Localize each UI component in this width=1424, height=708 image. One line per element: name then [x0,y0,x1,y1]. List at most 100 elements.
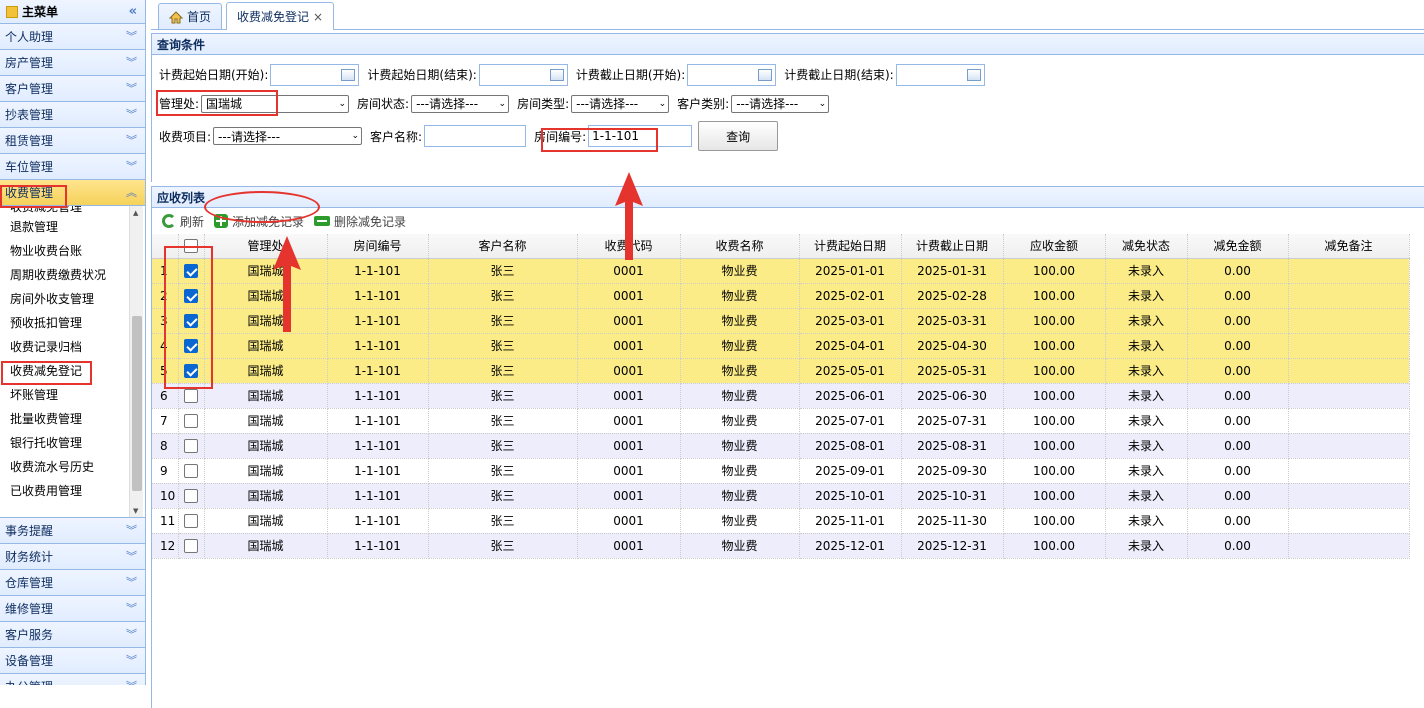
table-cell: 2025-12-31 [901,533,1004,559]
refresh-button[interactable]: 刷新 [162,213,204,230]
table-cell: 0.00 [1187,333,1289,359]
sidebar-section-top-1[interactable]: 房产管理 ︾ [0,50,145,76]
column-header[interactable]: 计费起始日期 [799,234,902,259]
chevron-down-icon: ︾ [126,627,137,641]
column-header[interactable]: 管理处 [204,234,328,259]
scrollbar-thumb[interactable] [132,316,142,491]
table-cell: 0.00 [1187,308,1289,334]
sidebar-subitem[interactable]: 退款管理 [0,214,145,238]
calendar-icon[interactable] [341,68,356,81]
table-cell: 物业费 [680,358,800,384]
calendar-icon[interactable] [966,68,981,81]
sidebar-subitem[interactable]: 收费流水号历史 [0,454,145,478]
table-cell: 0001 [577,358,681,384]
collapse-sidebar-icon[interactable]: « [129,4,145,19]
column-header[interactable]: 应收金额 [1003,234,1106,259]
table-cell: 张三 [428,358,578,384]
sidebar-subitem[interactable]: 周期收费缴费状况 [0,262,145,286]
chevron-down-icon: ︾ [126,575,137,589]
date-filter-input[interactable] [270,63,360,86]
query-panel-header: 查询条件 [151,33,1424,55]
table-row[interactable]: 12 国瑞城 1-1-101 张三 0001 物业费 2025-12-01 2025-12-3… [152,533,1410,559]
select-filter[interactable]: ---请选择--- ⌄ [731,94,830,113]
table-row[interactable]: 5 国瑞城 1-1-101 张三 0001 物业费 2025-05-01 2025-05-31… [152,358,1410,384]
column-header[interactable]: 计费截止日期 [901,234,1004,259]
column-header[interactable]: 房间编号 [327,234,429,259]
menu-icon [6,5,18,18]
sidebar-section-bottom-0[interactable]: 事务提醒 ︾ [0,518,145,544]
sidebar-section-bottom-3[interactable]: 维修管理 ︾ [0,596,145,622]
calendar-icon[interactable] [758,68,773,81]
sidebar-subitem[interactable]: 收费记录归档 [0,334,145,358]
submenu-scrollbar[interactable]: ▲ ▼ [129,206,143,517]
table-row[interactable]: 1 国瑞城 1-1-101 张三 0001 物业费 2025-01-01 2025-01-31… [152,258,1410,284]
table-cell: 0.00 [1187,533,1289,559]
sidebar-section-bottom-1[interactable]: 财务统计 ︾ [0,544,145,570]
sidebar-subitem[interactable]: 预收抵扣管理 [0,310,145,334]
list-toolbar: 刷新 添加减免记录 删除减免记录 [152,208,1424,234]
table-row[interactable]: 10 国瑞城 1-1-101 张三 0001 物业费 2025-10-01 2025-10-3… [152,483,1410,509]
sidebar-subitem[interactable]: 坏账管理 [0,382,145,406]
chevron-down-icon: ︾ [126,523,137,537]
table-row[interactable]: 7 国瑞城 1-1-101 张三 0001 物业费 2025-07-01 2025-07-31… [152,408,1410,434]
table-row[interactable]: 4 国瑞城 1-1-101 张三 0001 物业费 2025-04-01 2025-04-30… [152,333,1410,359]
table-cell: 1-1-101 [327,483,429,509]
date-filter-input[interactable] [478,63,568,86]
sidebar-section-bottom-6[interactable]: 办公管理︾ [0,674,145,685]
close-icon[interactable]: × [313,10,323,24]
calendar-icon[interactable] [549,68,564,81]
column-header[interactable]: 减免金额 [1187,234,1289,259]
search-button[interactable]: 查询 [698,121,779,151]
column-header[interactable]: 减免状态 [1105,234,1188,259]
date-filter-input[interactable] [687,63,777,86]
row-checkbox[interactable] [184,513,198,528]
row-checkbox[interactable] [184,463,198,478]
table-cell: 1-1-101 [327,258,429,284]
date-filter-input[interactable] [895,63,985,86]
table-row[interactable]: 11 国瑞城 1-1-101 张三 0001 物业费 2025-11-01 2025-11-3… [152,508,1410,534]
sidebar-section-bottom-2[interactable]: 仓库管理 ︾ [0,570,145,596]
sidebar-subitem[interactable]: 批量收费管理 [0,406,145,430]
annotation-box-checked-rows [164,246,213,389]
column-header[interactable]: 收费名称 [680,234,800,259]
table-row[interactable]: 3 国瑞城 1-1-101 张三 0001 物业费 2025-03-01 2025-03-31… [152,308,1410,334]
sidebar-section-top-2[interactable]: 客户管理 ︾ [0,76,145,102]
sidebar-section-top-5[interactable]: 车位管理 ︾ [0,154,145,180]
table-row[interactable]: 6 国瑞城 1-1-101 张三 0001 物业费 2025-06-01 2025-06-30… [152,383,1410,409]
delete-reduction-button[interactable]: 删除减免记录 [314,213,406,230]
row-select-cell [178,433,205,459]
sidebar-subitem[interactable]: 已收费用管理 [0,478,145,502]
fee-item-value: ---请选择--- [218,129,281,144]
sidebar-subitem[interactable]: 银行托收管理 [0,430,145,454]
annotation-arrow-up-icon [273,236,301,332]
table-cell: 物业费 [680,408,800,434]
row-checkbox[interactable] [184,413,198,428]
column-header[interactable]: 减免备注 [1288,234,1410,259]
sidebar-section-bottom-5[interactable]: 设备管理 ︾ [0,648,145,674]
sidebar-subitem[interactable]: 房间外收支管理 [0,286,145,310]
sidebar-section-top-3[interactable]: 抄表管理 ︾ [0,102,145,128]
row-checkbox[interactable] [184,488,198,503]
date-filter-label: 计费起始日期(开始): [159,68,269,82]
tab-fee-reduction[interactable]: 收费减免登记 × [226,2,335,30]
select-filter[interactable]: ---请选择--- ⌄ [571,94,670,113]
customer-name-input[interactable] [424,125,527,147]
table-row[interactable]: 9 国瑞城 1-1-101 张三 0001 物业费 2025-09-01 2025-09-30… [152,458,1410,484]
row-checkbox[interactable] [184,438,198,453]
sidebar-section-top-4[interactable]: 租赁管理 ︾ [0,128,145,154]
sidebar-subitem[interactable]: 物业收费台账 [0,238,145,262]
row-checkbox[interactable] [184,538,198,553]
row-checkbox[interactable] [184,388,198,403]
table-cell: 物业费 [680,308,800,334]
select-filter[interactable]: ---请选择--- ⌄ [411,94,510,113]
table-cell [1288,533,1410,559]
tab-home[interactable]: 首页 [158,3,223,29]
sidebar-section-top-0[interactable]: 个人助理 ︾ [0,24,145,50]
table-cell: 0001 [577,383,681,409]
table-row[interactable]: 2 国瑞城 1-1-101 张三 0001 物业费 2025-02-01 2025-02-28… [152,283,1410,309]
column-header[interactable]: 客户名称 [428,234,578,259]
fee-item-select[interactable]: ---请选择--- ⌄ [213,127,363,145]
table-row[interactable]: 8 国瑞城 1-1-101 张三 0001 物业费 2025-08-01 2025-08-31… [152,433,1410,459]
table-cell: 国瑞城 [204,483,328,509]
sidebar-section-bottom-4[interactable]: 客户服务 ︾ [0,622,145,648]
